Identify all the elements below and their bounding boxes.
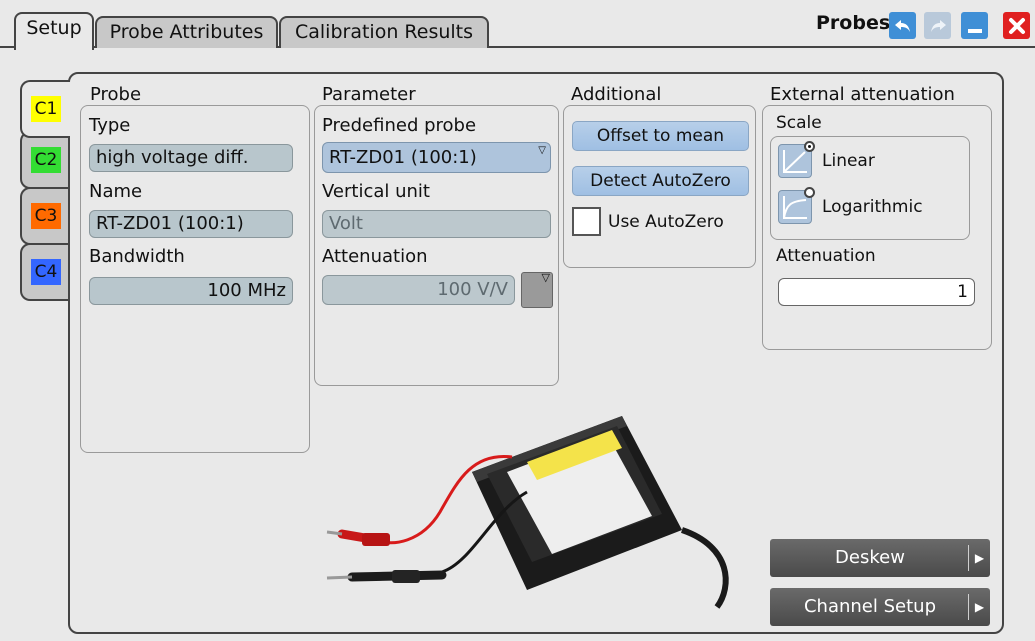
chevron-down-icon: ▽ <box>541 271 550 284</box>
linear-label: Linear <box>822 151 875 171</box>
use-autozero-label: Use AutoZero <box>608 212 724 232</box>
vertical-unit-field: Volt <box>322 210 551 238</box>
minimize-icon <box>967 28 982 33</box>
probe-group-title: Probe <box>90 84 142 105</box>
channel-tab-c2[interactable]: C2 <box>20 131 70 189</box>
channel-setup-button[interactable]: Channel Setup ▶ <box>770 588 990 626</box>
scale-label: Scale <box>776 113 822 133</box>
parameter-group-title: Parameter <box>322 84 416 105</box>
channel-tab-c3-label: C3 <box>31 203 61 229</box>
chevron-right-icon: ▶ <box>968 594 990 620</box>
channel-tab-c1-label: C1 <box>31 96 61 122</box>
deskew-button-label: Deskew <box>835 547 905 568</box>
external-attenuation-input[interactable]: 1 <box>778 278 975 306</box>
name-field: RT-ZD01 (100:1) <box>89 210 293 238</box>
dialog-title: Probes <box>816 12 891 34</box>
attenuation-unit-button[interactable]: ▽ <box>521 271 553 308</box>
tab-calibration-results-label: Calibration Results <box>294 21 474 43</box>
deskew-button[interactable]: Deskew ▶ <box>770 539 990 577</box>
tab-setup-label: Setup <box>26 17 82 39</box>
tab-probe-attributes-label: Probe Attributes <box>109 21 264 43</box>
name-label: Name <box>89 181 143 202</box>
detect-autozero-button[interactable]: Detect AutoZero <box>572 166 749 196</box>
redo-button[interactable] <box>924 12 951 39</box>
offset-to-mean-button[interactable]: Offset to mean <box>572 121 749 151</box>
external-attenuation-title: External attenuation <box>770 84 955 105</box>
close-button[interactable] <box>1003 12 1030 39</box>
channel-tab-c4[interactable]: C4 <box>20 243 70 301</box>
channel-setup-button-label: Channel Setup <box>803 596 936 617</box>
channel-tab-c4-label: C4 <box>31 259 61 285</box>
tab-setup[interactable]: Setup <box>14 12 94 50</box>
logarithmic-radio-indicator <box>804 187 815 198</box>
undo-button[interactable] <box>889 12 916 39</box>
channel-tab-c3[interactable]: C3 <box>20 187 70 245</box>
channel-tab-c1[interactable]: C1 <box>20 80 70 138</box>
logarithmic-label: Logarithmic <box>822 197 923 217</box>
type-field: high voltage diff. <box>89 144 293 172</box>
vertical-unit-label: Vertical unit <box>322 181 430 202</box>
minimize-button[interactable] <box>961 12 988 39</box>
close-icon <box>1008 17 1025 34</box>
chevron-right-icon: ▶ <box>968 545 990 571</box>
predefined-probe-label: Predefined probe <box>322 115 477 136</box>
additional-group-title: Additional <box>571 84 662 105</box>
predefined-probe-dropdown[interactable]: RT-ZD01 (100:1) ▽ <box>322 142 551 173</box>
attenuation-label: Attenuation <box>322 246 428 267</box>
type-label: Type <box>89 115 131 136</box>
channel-tab-c2-label: C2 <box>31 147 61 173</box>
predefined-probe-value: RT-ZD01 (100:1) <box>329 147 477 168</box>
undo-icon <box>894 19 910 32</box>
tab-calibration-results[interactable]: Calibration Results <box>279 16 489 48</box>
chevron-down-icon: ▽ <box>538 145 546 156</box>
probe-image <box>326 416 729 609</box>
tab-probe-attributes[interactable]: Probe Attributes <box>95 16 278 48</box>
linear-radio-indicator <box>804 141 815 152</box>
bandwidth-field: 100 MHz <box>89 277 293 305</box>
probes-dialog: Setup Probe Attributes Calibration Resul… <box>0 0 1035 641</box>
use-autozero-checkbox[interactable] <box>572 207 601 236</box>
tab-strip-band <box>0 48 1035 70</box>
external-attenuation-label: Attenuation <box>776 246 876 266</box>
linear-radio[interactable] <box>778 141 815 178</box>
redo-icon <box>930 19 946 32</box>
bandwidth-label: Bandwidth <box>89 246 185 267</box>
logarithmic-radio[interactable] <box>778 187 815 224</box>
attenuation-field: 100 V/V <box>322 275 515 305</box>
